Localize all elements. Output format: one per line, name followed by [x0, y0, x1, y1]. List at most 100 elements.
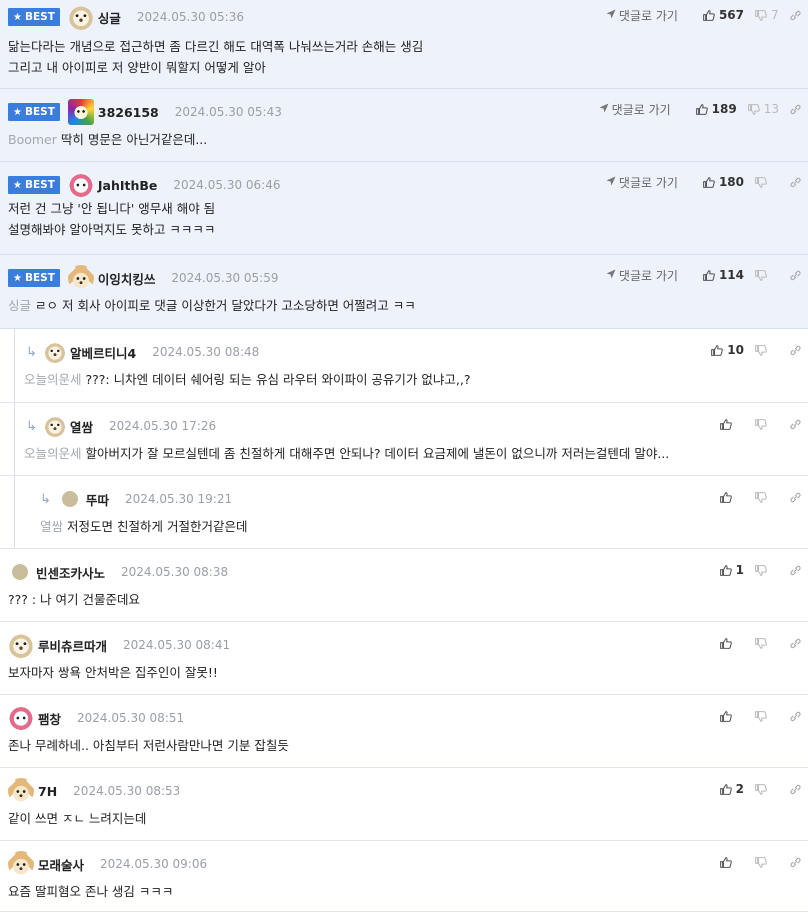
goto-reply-link[interactable]: 댓글로 가기: [606, 174, 678, 191]
like-count: 10: [727, 343, 744, 357]
comment-author[interactable]: 빈센조카사노: [36, 563, 105, 582]
like-button[interactable]: 1: [719, 560, 744, 580]
dislike-button[interactable]: [754, 487, 779, 507]
mention-tag[interactable]: 싱글: [8, 298, 31, 313]
comment-author[interactable]: 3826158: [98, 105, 159, 120]
link-button[interactable]: [789, 99, 802, 119]
avatar[interactable]: [62, 491, 78, 507]
dislike-button[interactable]: [754, 633, 779, 653]
like-button[interactable]: 567: [702, 5, 744, 25]
comment-author[interactable]: 싱글: [98, 8, 121, 27]
comment-header: ↳ 알베르티니4 2024.05.30 08:48: [0, 335, 808, 369]
thumbs-down-icon: [754, 491, 767, 504]
comment-date: 2024.05.30 05:43: [174, 105, 282, 119]
avatar[interactable]: [44, 341, 66, 363]
like-button[interactable]: [719, 852, 744, 872]
comment-date: 2024.05.30 17:26: [109, 419, 217, 433]
like-button[interactable]: 180: [702, 172, 744, 192]
mention-tag[interactable]: 오늘의운세: [24, 372, 82, 387]
like-button[interactable]: [719, 414, 744, 434]
link-button[interactable]: [789, 779, 802, 799]
dislike-button[interactable]: 13: [747, 99, 779, 119]
goto-reply-link[interactable]: 댓글로 가기: [606, 267, 678, 284]
comment-text: ㄹㅇ 저 회사 아이피로 댓글 이상한거 달았다가 고소당하면 어쩔려고 ㅋㅋ: [35, 298, 416, 313]
comment-item: 7H 2024.05.30 08:53 2 같이 쓰면 ㅈㄴ 느려지는데: [0, 768, 808, 841]
comment-line: 요즘 딸피혐오 존나 생김 ㅋㅋㅋ: [8, 881, 798, 902]
link-button[interactable]: [789, 487, 802, 507]
avatar[interactable]: [8, 632, 34, 658]
comment-actions: [709, 701, 802, 731]
link-button[interactable]: [789, 172, 802, 192]
dislike-button[interactable]: [754, 172, 779, 192]
link-button[interactable]: [789, 414, 802, 434]
best-badge: ★ BEST: [8, 103, 60, 121]
thumbs-up-icon: [719, 491, 732, 504]
like-button[interactable]: 114: [702, 265, 744, 285]
comment-author[interactable]: 모래술사: [38, 855, 84, 874]
link-icon: [789, 491, 802, 504]
thumbs-up-icon: [719, 418, 732, 431]
dislike-button[interactable]: [754, 779, 779, 799]
comment-author[interactable]: 알베르티니4: [70, 343, 136, 362]
goto-reply-link[interactable]: 댓글로 가기: [599, 101, 671, 118]
thumbs-down-icon: [754, 344, 767, 357]
link-button[interactable]: [789, 265, 802, 285]
avatar[interactable]: [12, 564, 28, 580]
dislike-button[interactable]: 7: [754, 5, 779, 25]
dislike-button[interactable]: [754, 265, 779, 285]
avatar[interactable]: [8, 705, 34, 731]
comment-header: 빈센조카사노 2024.05.30 08:38: [0, 555, 808, 589]
link-button[interactable]: [789, 633, 802, 653]
avatar[interactable]: [67, 172, 94, 198]
avatar[interactable]: [67, 4, 94, 30]
comment-line: 보자마자 쌍욕 안처박은 집주인이 잘못!!: [8, 662, 798, 683]
link-button[interactable]: [789, 5, 802, 25]
dislike-button[interactable]: [754, 706, 779, 726]
like-button[interactable]: [719, 633, 744, 653]
comment-author[interactable]: JahIthBe: [98, 178, 158, 193]
comment-author[interactable]: 7H: [38, 784, 57, 799]
comment-actions: 댓글로 가기 180: [606, 167, 802, 197]
comment-header: 루비츄르따개 2024.05.30 08:41: [0, 628, 808, 662]
send-arrow-icon: [599, 102, 609, 116]
link-button[interactable]: [789, 340, 802, 360]
dislike-button[interactable]: [754, 414, 779, 434]
dislike-button[interactable]: [754, 340, 779, 360]
like-button[interactable]: [719, 706, 744, 726]
comment-body: 열쌈 저정도면 친절하게 거절한거같은데: [40, 516, 798, 537]
avatar[interactable]: [44, 415, 66, 437]
goto-reply-link[interactable]: 댓글로 가기: [606, 7, 678, 24]
mention-tag[interactable]: 오늘의운세: [24, 446, 82, 461]
avatar[interactable]: [8, 778, 34, 804]
comment-author[interactable]: 뚜따: [86, 490, 109, 509]
comment-author[interactable]: 루비츄르따개: [38, 636, 107, 655]
like-button[interactable]: [719, 487, 744, 507]
link-icon: [789, 9, 802, 22]
link-icon: [789, 564, 802, 577]
link-button[interactable]: [789, 852, 802, 872]
like-button[interactable]: 10: [710, 340, 744, 360]
reply-thread-line: [14, 329, 15, 403]
comment-author[interactable]: 열쌈: [70, 417, 93, 436]
comment-author[interactable]: 팸창: [38, 709, 61, 728]
comment-header: ↳ 열쌈 2024.05.30 17:26: [0, 409, 808, 443]
dislike-button[interactable]: [754, 560, 779, 580]
like-button[interactable]: 2: [719, 779, 744, 799]
link-button[interactable]: [789, 706, 802, 726]
link-icon: [789, 269, 802, 282]
avatar[interactable]: [67, 265, 94, 291]
dislike-button[interactable]: [754, 852, 779, 872]
comment-date: 2024.05.30 05:59: [171, 271, 279, 285]
avatar[interactable]: [67, 99, 94, 125]
thumbs-down-icon: [754, 783, 767, 796]
link-button[interactable]: [789, 560, 802, 580]
thumbs-up-icon: [702, 176, 715, 189]
mention-tag[interactable]: Boomer: [8, 132, 57, 147]
like-button[interactable]: 189: [695, 99, 737, 119]
best-badge-label: BEST: [24, 179, 55, 191]
avatar[interactable]: [8, 851, 34, 877]
comment-author[interactable]: 이잉치킹쓰: [98, 269, 156, 288]
send-arrow-icon: [606, 8, 616, 22]
comment-text: ??? : 나 여기 건물준데요: [8, 592, 141, 607]
mention-tag[interactable]: 열쌈: [40, 519, 63, 534]
